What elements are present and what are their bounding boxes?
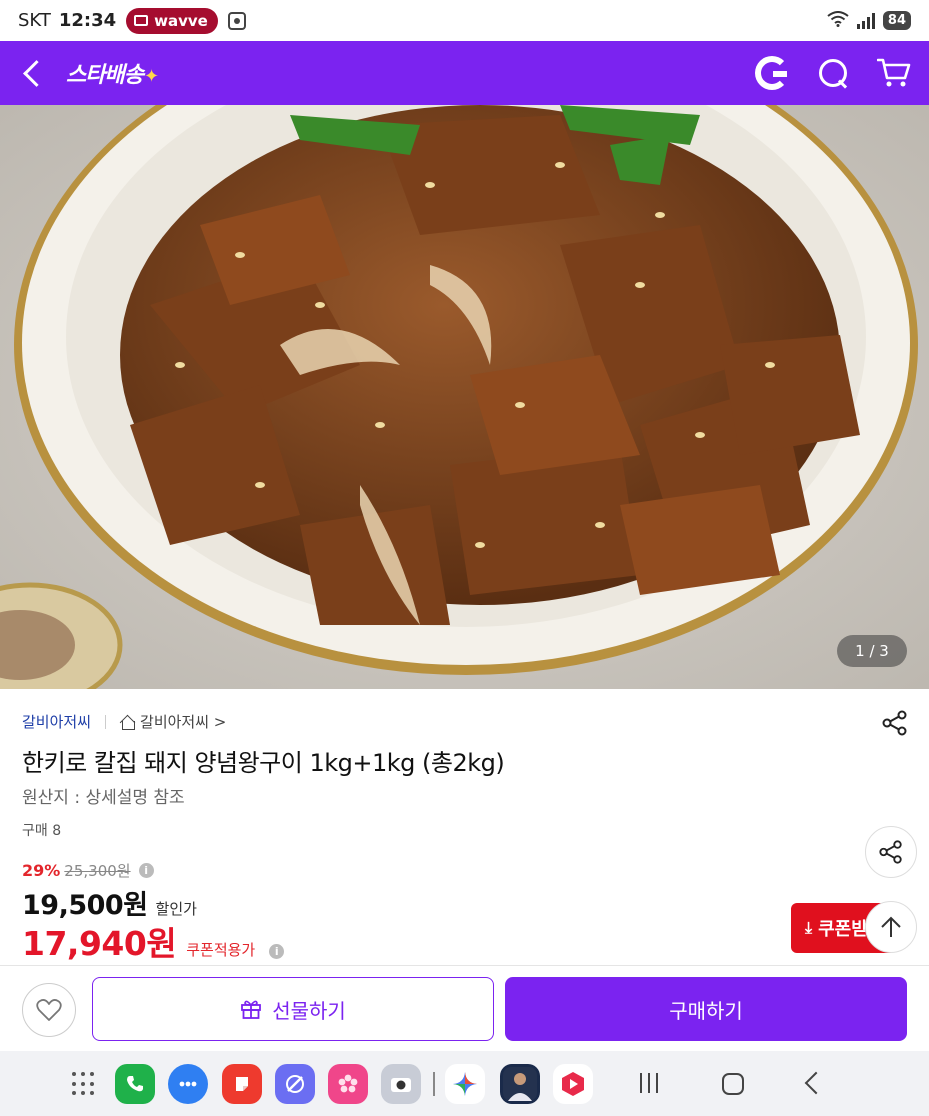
origin-label: 원산지 : 상세설명 참조 (22, 788, 185, 808)
search-icon[interactable] (817, 57, 849, 89)
gallery-app-icon[interactable] (328, 1064, 368, 1104)
cart-icon[interactable] (876, 57, 911, 89)
screen-capture-icon (227, 11, 246, 30)
shop-link-label: 갈비아저씨 > (140, 713, 227, 731)
app-screen: SKT 12:34 wavve 84 스타배송✦ 1 / 3 갈비아저씨 갈비아… (0, 0, 929, 1116)
purchase-count: 구매 8 (22, 823, 62, 839)
nav-back-button[interactable] (804, 1071, 828, 1095)
app-header: 스타배송✦ (0, 41, 929, 105)
wavve-label: wavve (154, 11, 208, 30)
shop-link[interactable]: 갈비아저씨 > (120, 711, 226, 732)
product-title: 한키로 칼집 돼지 양념왕구이 1kg+1kg (총2kg) (22, 749, 505, 777)
coupon-button-label: 쿠폰받 (818, 919, 868, 940)
system-nav-bar (0, 1051, 929, 1116)
wavve-cast-pill[interactable]: wavve (126, 7, 218, 34)
gift-button-label: 선물하기 (272, 998, 346, 1023)
coupon-price: 17,940원 (22, 924, 177, 963)
divider (105, 714, 107, 729)
battery-icon: 84 (882, 11, 911, 30)
signal-icon (856, 12, 875, 29)
brand-logo[interactable]: 스타배송✦ (66, 57, 159, 89)
status-icons: 84 (827, 10, 911, 31)
gemini-app-icon[interactable] (445, 1064, 485, 1104)
notes-app-icon[interactable] (222, 1064, 262, 1104)
sparkle-icon: ✦ (143, 66, 159, 87)
home-button[interactable] (722, 1073, 744, 1095)
original-price: 25,300원 (64, 862, 131, 880)
info-icon[interactable]: i (138, 863, 154, 878)
carrier-label: SKT (18, 10, 51, 31)
dock-divider (433, 1072, 435, 1096)
app-drawer-icon[interactable] (72, 1072, 96, 1096)
discount-row: 29% 25,300원 i (22, 860, 154, 881)
share-icon (879, 840, 902, 864)
recent-apps-button[interactable] (640, 1073, 658, 1093)
home-icon (120, 715, 136, 730)
purchase-action-bar: 선물하기 구매하기 (0, 965, 929, 1051)
floating-share-button[interactable] (865, 826, 917, 878)
download-arrow-icon: ⤓ (805, 918, 813, 937)
camera-app-icon[interactable] (381, 1064, 421, 1104)
product-image-carousel[interactable]: 1 / 3 (0, 105, 929, 689)
seller-name[interactable]: 갈비아저씨 (22, 711, 91, 732)
scroll-to-top-button[interactable] (865, 901, 917, 953)
video-app-icon[interactable] (553, 1064, 593, 1104)
wifi-icon (827, 10, 849, 31)
arrow-up-icon (881, 916, 901, 937)
coupon-price-label: 쿠폰적용가 (186, 941, 256, 959)
image-counter: 1 / 3 (837, 635, 907, 667)
messages-app-icon[interactable] (168, 1064, 208, 1104)
internet-app-icon[interactable] (275, 1064, 315, 1104)
brand-text: 스타배송 (66, 63, 144, 88)
back-icon[interactable] (18, 58, 48, 88)
discount-rate: 29% (22, 861, 61, 880)
seller-row: 갈비아저씨 갈비아저씨 > (22, 711, 226, 732)
coupon-price-row: 17,940원 쿠폰적용가 i (22, 917, 285, 965)
header-actions (755, 56, 911, 90)
product-photo (0, 105, 929, 689)
share-icon[interactable] (881, 709, 909, 737)
gift-icon (241, 1000, 262, 1019)
sale-price-label: 할인가 (155, 900, 197, 918)
gmarket-g-icon[interactable] (755, 56, 789, 90)
tv-icon (134, 15, 149, 26)
clock: 12:34 (58, 10, 117, 31)
buy-button[interactable]: 구매하기 (505, 977, 907, 1041)
buy-button-label: 구매하기 (669, 998, 743, 1023)
wishlist-button[interactable] (22, 983, 76, 1037)
game-app-icon[interactable] (500, 1064, 540, 1104)
product-info: 갈비아저씨 갈비아저씨 > 한키로 칼집 돼지 양념왕구이 1kg+1kg (총… (0, 689, 929, 965)
heart-icon (36, 999, 62, 1021)
gift-button[interactable]: 선물하기 (92, 977, 494, 1041)
info-icon[interactable]: i (269, 944, 285, 959)
status-bar: SKT 12:34 wavve 84 (0, 0, 929, 41)
phone-app-icon[interactable] (115, 1064, 155, 1104)
